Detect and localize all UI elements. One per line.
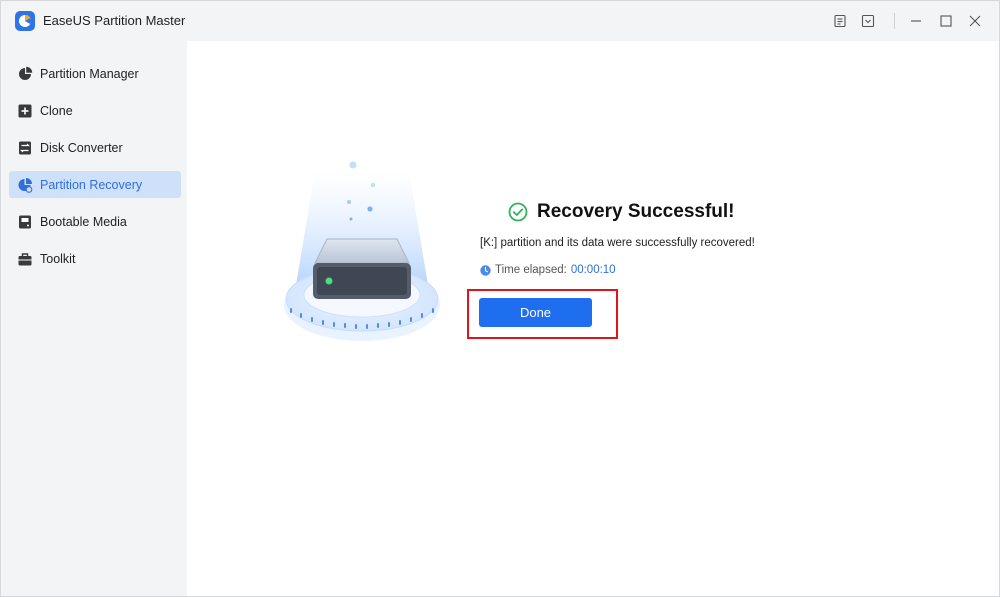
sidebar-item-label: Partition Manager bbox=[40, 66, 139, 81]
sidebar-item-label: Clone bbox=[40, 103, 73, 118]
done-button[interactable]: Done bbox=[479, 298, 592, 327]
clone-icon bbox=[16, 102, 34, 120]
elapsed-label: Time elapsed: bbox=[495, 264, 567, 276]
dropdown-menu-icon[interactable] bbox=[859, 12, 877, 30]
sidebar-item-toolkit[interactable]: Toolkit bbox=[9, 245, 181, 272]
sidebar-item-bootable-media[interactable]: Bootable Media bbox=[9, 208, 181, 235]
recovered-disk-illustration bbox=[277, 151, 447, 351]
sidebar-item-partition-manager[interactable]: Partition Manager bbox=[9, 60, 181, 87]
sidebar-item-label: Toolkit bbox=[40, 251, 76, 266]
pie-chart-icon bbox=[16, 65, 34, 83]
note-icon[interactable] bbox=[831, 12, 849, 30]
disk-converter-icon bbox=[16, 139, 34, 157]
result-title: Recovery Successful! bbox=[508, 201, 735, 223]
result-title-text: Recovery Successful! bbox=[537, 201, 735, 222]
window-title: EaseUS Partition Master bbox=[43, 13, 186, 28]
result-message: [K:] partition and its data were success… bbox=[480, 237, 755, 249]
sidebar-item-partition-recovery[interactable]: Partition Recovery bbox=[9, 171, 181, 198]
time-elapsed: Time elapsed: 00:00:10 bbox=[480, 264, 616, 276]
close-icon[interactable] bbox=[966, 12, 984, 30]
maximize-icon[interactable] bbox=[937, 12, 955, 30]
bootable-media-icon bbox=[16, 213, 34, 231]
title-bar: EaseUS Partition Master bbox=[1, 1, 999, 41]
titlebar-divider bbox=[894, 13, 895, 29]
sidebar-item-label: Bootable Media bbox=[40, 214, 127, 229]
sidebar-item-label: Disk Converter bbox=[40, 140, 123, 155]
sidebar-item-clone[interactable]: Clone bbox=[9, 97, 181, 124]
elapsed-value: 00:00:10 bbox=[570, 264, 616, 276]
sidebar: Partition Manager Clone Disk Converter P… bbox=[1, 41, 187, 596]
toolbox-icon bbox=[16, 250, 34, 268]
sidebar-item-label: Partition Recovery bbox=[40, 177, 143, 192]
sidebar-item-disk-converter[interactable]: Disk Converter bbox=[9, 134, 181, 161]
app-window: EaseUS Partition Master Partition Manage… bbox=[0, 0, 1000, 597]
success-check-icon bbox=[508, 202, 528, 222]
main-panel: Recovery Successful! [K:] partition and … bbox=[187, 41, 999, 596]
app-logo-icon bbox=[15, 11, 35, 31]
partition-recovery-icon bbox=[16, 176, 34, 194]
minimize-icon[interactable] bbox=[907, 12, 925, 30]
clock-icon bbox=[480, 264, 491, 276]
